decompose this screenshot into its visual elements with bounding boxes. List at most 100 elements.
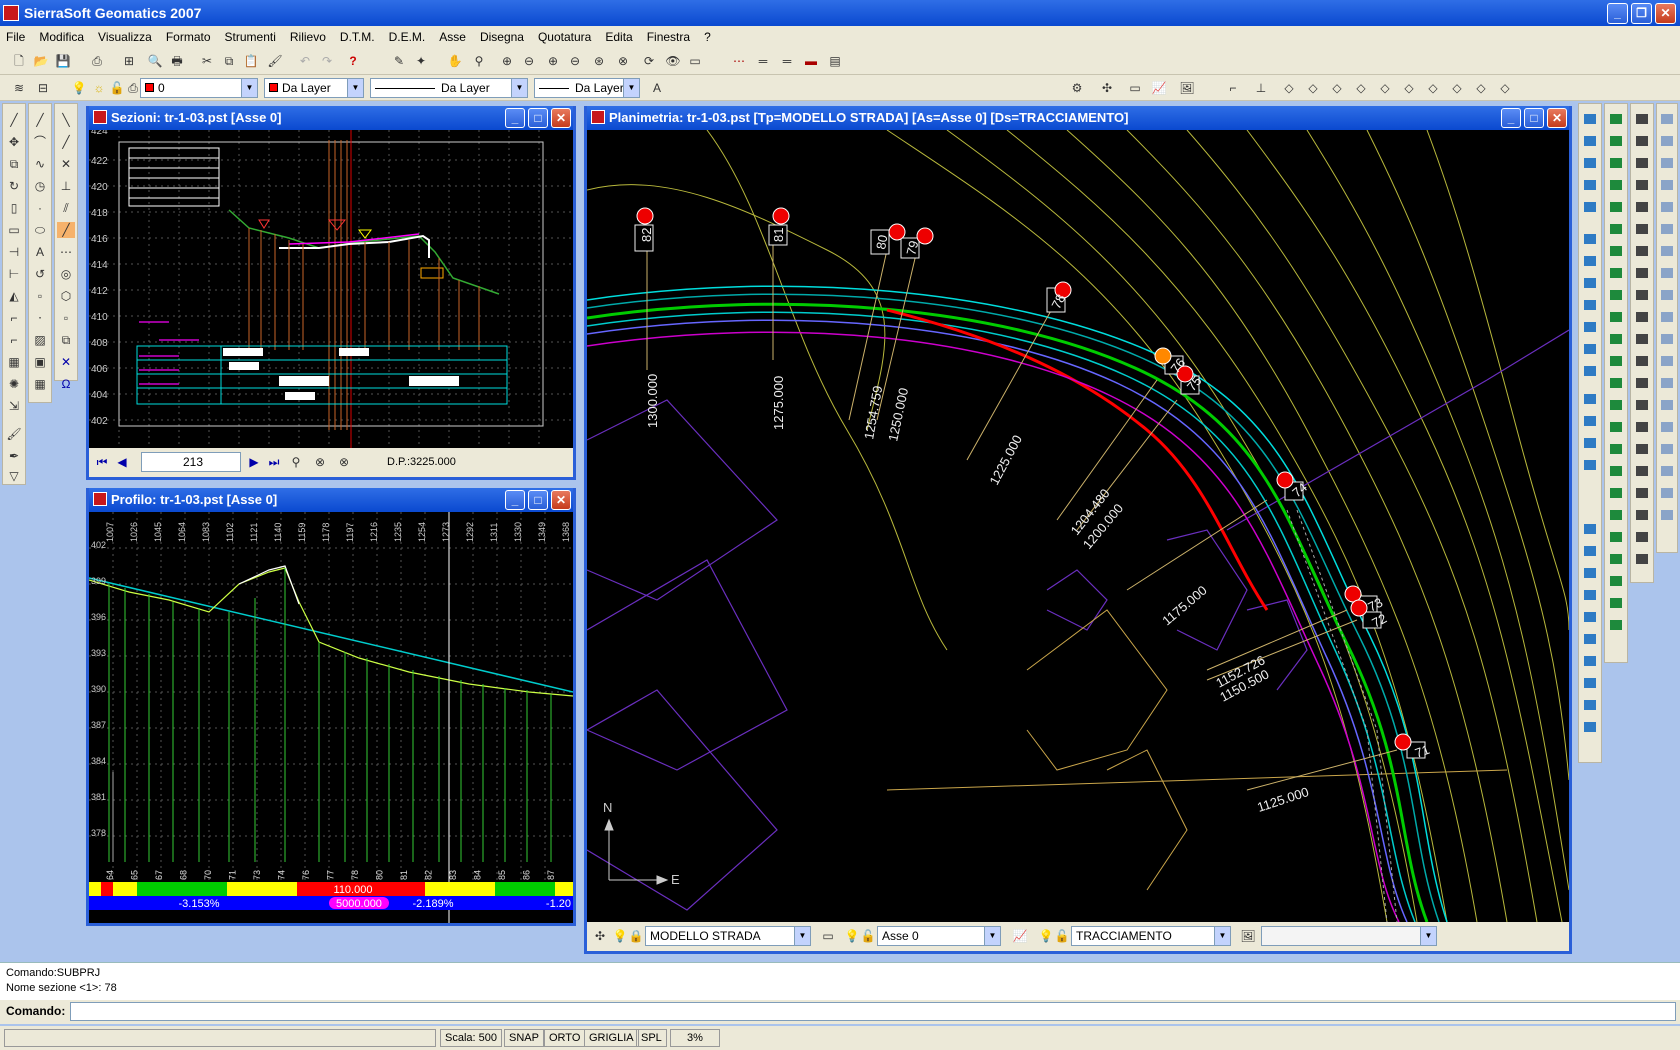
sheet-icon[interactable]: ▤: [826, 53, 844, 69]
sezioni-canvas[interactable]: 424 422 420 418 416 414 412 410 408 406 …: [89, 126, 573, 448]
link-prev-icon[interactable]: ⊗: [311, 454, 329, 470]
profilo-close-button[interactable]: ✕: [551, 490, 571, 510]
sezioni-minimize-button[interactable]: _: [505, 108, 525, 128]
circle-clock-icon[interactable]: ◷: [31, 178, 49, 194]
snap-settings-icon[interactable]: ⚙: [1068, 80, 1086, 96]
restore-button[interactable]: ❐: [1631, 3, 1652, 24]
menu-help[interactable]: ?: [704, 30, 711, 44]
cross-icon[interactable]: ✕: [57, 156, 75, 172]
command-input[interactable]: [70, 1002, 1676, 1021]
new-file-icon[interactable]: 🗋: [10, 53, 28, 69]
trim-icon[interactable]: ⊣: [5, 244, 23, 260]
display-icon[interactable]: ▭: [686, 53, 704, 69]
planimetria-canvas[interactable]: 82 81 80 79 78 76 75 74 73 72 71 1300.00…: [586, 129, 1570, 923]
line-icon[interactable]: ╱: [5, 112, 23, 128]
graph-icon[interactable]: 📈: [1150, 80, 1168, 96]
redo-icon[interactable]: ↷: [318, 53, 336, 69]
point-icon[interactable]: ·: [31, 200, 49, 216]
plan-minimize-button[interactable]: _: [1501, 108, 1521, 128]
menu-disegna[interactable]: Disegna: [480, 30, 524, 44]
image-icon[interactable]: 🖼: [1239, 928, 1257, 944]
doc-icon[interactable]: ▯: [5, 200, 23, 216]
menu-asse[interactable]: Asse: [439, 30, 466, 44]
next-section-icon[interactable]: ▶: [245, 454, 263, 470]
sezioni-maximize-button[interactable]: □: [528, 108, 548, 128]
cut-icon[interactable]: ✂: [198, 53, 216, 69]
table-icon[interactable]: ▦: [31, 376, 49, 392]
griglia-toggle[interactable]: GRIGLIA: [584, 1029, 639, 1047]
copy-icon[interactable]: ⧉: [220, 53, 238, 69]
block-icon[interactable]: ▫: [31, 288, 49, 304]
arc-icon[interactable]: ⌒: [31, 134, 49, 150]
measure-icon[interactable]: ▭: [1126, 80, 1144, 96]
menu-formato[interactable]: Formato: [166, 30, 211, 44]
perp-icon[interactable]: ⊥: [57, 178, 75, 194]
profilo-maximize-button[interactable]: □: [528, 490, 548, 510]
loop-icon[interactable]: ↺: [31, 266, 49, 282]
zoom-extents-icon[interactable]: ⊗: [614, 53, 632, 69]
ucs-icon[interactable]: ⌐: [1224, 80, 1242, 96]
save-icon[interactable]: 💾: [54, 53, 72, 69]
misc-tool-icons[interactable]: [1657, 104, 1677, 544]
pick-icon[interactable]: ✦: [412, 53, 430, 69]
road-tool-icons[interactable]: [1631, 104, 1653, 574]
axis-icon[interactable]: ▭: [819, 928, 837, 944]
view-iso-icon[interactable]: ◇: [1400, 80, 1418, 96]
plan-maximize-button[interactable]: □: [1524, 108, 1544, 128]
menu-visualizza[interactable]: Visualizza: [98, 30, 152, 44]
view-3d-icon[interactable]: ◇: [1280, 80, 1298, 96]
sun-icon[interactable]: ☼: [90, 80, 108, 96]
dims2-icon[interactable]: ═: [778, 53, 796, 69]
cross-section-drawing[interactable]: 424 422 420 418 416 414 412 410 408 406 …: [89, 126, 573, 448]
plan-close-button[interactable]: ✕: [1547, 108, 1567, 128]
insert-icon[interactable]: ⋅: [31, 310, 49, 326]
osnap-icon[interactable]: ✣: [1098, 80, 1116, 96]
redraw-icon[interactable]: ⟳: [640, 53, 658, 69]
hatch-icon[interactable]: ▨: [31, 332, 49, 348]
paste-icon[interactable]: 📋: [242, 53, 260, 69]
rotate-icon[interactable]: ↻: [5, 178, 23, 194]
pan-icon[interactable]: ✋: [446, 53, 464, 69]
zoom-all-icon[interactable]: ⊛: [590, 53, 608, 69]
polygon-icon[interactable]: ⬡: [57, 288, 75, 304]
spline-icon[interactable]: ∿: [31, 156, 49, 172]
spl-toggle[interactable]: SPL: [636, 1029, 667, 1047]
array-icon[interactable]: ▦: [5, 354, 23, 370]
color-select[interactable]: Da Layer ▼: [264, 78, 364, 98]
text-style-icon[interactable]: A: [648, 80, 666, 96]
zoom-window-icon[interactable]: ⊕: [498, 53, 516, 69]
pencil-icon[interactable]: ✎: [390, 53, 408, 69]
linetype-select[interactable]: Da Layer ▼: [370, 78, 528, 98]
layout-select[interactable]: TRACCIAMENTO ▼: [1071, 926, 1231, 946]
axes-icon[interactable]: ⊥: [1252, 80, 1270, 96]
xyz-icon[interactable]: ⋯: [730, 53, 748, 69]
text-icon[interactable]: A: [31, 244, 49, 260]
lineweight-select[interactable]: Da Layer ▼: [534, 78, 640, 98]
zoom-realtime-icon[interactable]: ⚲: [470, 53, 488, 69]
view-iso4-icon[interactable]: ◇: [1472, 80, 1490, 96]
menu-dem[interactable]: D.E.M.: [389, 30, 426, 44]
axis-select[interactable]: Asse 0 ▼: [877, 926, 1001, 946]
rect-icon[interactable]: ▭: [5, 222, 23, 238]
brush-icon[interactable]: 🖌: [5, 426, 23, 442]
link-next-icon[interactable]: ⊗: [335, 454, 353, 470]
undo-icon[interactable]: ↶: [296, 53, 314, 69]
scale-icon[interactable]: ⧉: [5, 156, 23, 172]
snap-toggle[interactable]: SNAP: [504, 1029, 544, 1047]
view-iso5-icon[interactable]: ◇: [1496, 80, 1514, 96]
settings-icon[interactable]: ✣: [591, 928, 609, 944]
menu-finestra[interactable]: Finestra: [647, 30, 690, 44]
minimize-button[interactable]: _: [1607, 3, 1628, 24]
view-right-icon[interactable]: ◇: [1376, 80, 1394, 96]
help-icon[interactable]: ?: [344, 53, 362, 69]
lock-icon[interactable]: 🔓: [859, 928, 877, 944]
draw-active-icon[interactable]: ╱: [57, 222, 75, 238]
zoom-in-icon[interactable]: ⊕: [544, 53, 562, 69]
region-icon[interactable]: ▣: [31, 354, 49, 370]
plot-icon[interactable]: ⎙: [88, 53, 106, 69]
polyline-icon[interactable]: ╱: [31, 112, 49, 128]
close-button[interactable]: ✕: [1655, 3, 1676, 24]
layer-state-icon[interactable]: ⊟: [34, 80, 52, 96]
graph-icon[interactable]: 📈: [1011, 928, 1029, 944]
lock-icon[interactable]: 🔓: [1053, 928, 1071, 944]
